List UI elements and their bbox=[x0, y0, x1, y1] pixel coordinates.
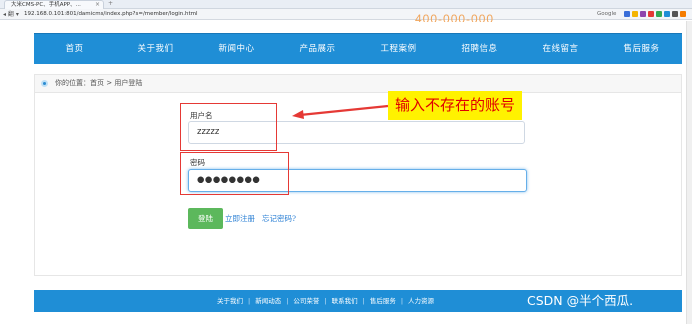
nav-item-jobs[interactable]: 招聘信息 bbox=[439, 34, 520, 64]
browser-nav-controls[interactable]: ◂ 翻 ▾ bbox=[3, 10, 19, 19]
nav-item-cases[interactable]: 工程案例 bbox=[358, 34, 439, 64]
extension-icon[interactable] bbox=[640, 11, 646, 17]
password-highlight-box bbox=[180, 152, 289, 195]
breadcrumb: 你的位置：首页 > 用户登陆 bbox=[34, 74, 682, 93]
extension-icon[interactable] bbox=[672, 11, 678, 17]
footer-link-hr[interactable]: 人力资源 bbox=[408, 297, 434, 305]
nav-item-news[interactable]: 新闻中心 bbox=[196, 34, 277, 64]
login-button[interactable]: 登陆 bbox=[188, 208, 223, 229]
forgot-password-link[interactable]: 忘记密码? bbox=[262, 213, 296, 224]
extension-icon[interactable] bbox=[632, 11, 638, 17]
extension-icon[interactable] bbox=[680, 11, 686, 17]
footer-separator: | bbox=[324, 297, 327, 305]
browser-tab[interactable]: 大米CMS-PC、手机APP、... × bbox=[4, 0, 104, 9]
nav-item-about[interactable]: 关于我们 bbox=[115, 34, 196, 64]
browser-tab-bar: 大米CMS-PC、手机APP、... × + bbox=[0, 0, 692, 9]
header-phone: 400-000-000 bbox=[415, 14, 495, 22]
extension-icons bbox=[624, 11, 686, 17]
breadcrumb-text: 你的位置：首页 > 用户登陆 bbox=[55, 75, 142, 92]
page-scrollbar[interactable] bbox=[686, 21, 692, 324]
footer-link-service[interactable]: 售后服务 bbox=[370, 297, 396, 305]
footer-separator: | bbox=[400, 297, 404, 305]
new-tab-icon[interactable]: + bbox=[108, 0, 113, 8]
nav-item-products[interactable]: 产品展示 bbox=[277, 34, 358, 64]
extension-icon[interactable] bbox=[664, 11, 670, 17]
footer-link-news[interactable]: 新闻动态 bbox=[255, 297, 281, 305]
extension-icon[interactable] bbox=[656, 11, 662, 17]
nav-item-message[interactable]: 在线留言 bbox=[520, 34, 601, 64]
close-icon[interactable]: × bbox=[95, 1, 100, 9]
footer-separator: | bbox=[248, 297, 251, 305]
address-bar: ◂ 翻 ▾ 192.168.0.101:801/damicms/index.ph… bbox=[0, 9, 692, 20]
main-navigation: 首页 关于我们 新闻中心 产品展示 工程案例 招聘信息 在线留言 售后服务 bbox=[34, 33, 682, 64]
nav-item-home[interactable]: 首页 bbox=[34, 34, 115, 64]
footer-separator: | bbox=[362, 297, 365, 305]
breadcrumb-current: 用户登陆 bbox=[114, 79, 143, 87]
nav-item-service[interactable]: 售后服务 bbox=[601, 34, 682, 64]
tab-title: 大米CMS-PC、手机APP、... bbox=[11, 2, 81, 8]
csdn-watermark: CSDN @半个西瓜. bbox=[527, 293, 634, 308]
breadcrumb-home-link[interactable]: 首页 bbox=[90, 79, 104, 87]
location-icon bbox=[41, 80, 48, 87]
annotation-callout: 输入不存在的账号 bbox=[388, 91, 523, 120]
footer-link-honors[interactable]: 公司荣誉 bbox=[293, 297, 319, 305]
breadcrumb-prefix: 你的位置： bbox=[55, 79, 90, 87]
footer-link-contact[interactable]: 联系我们 bbox=[332, 297, 358, 305]
register-link[interactable]: 立即注册 bbox=[225, 213, 255, 224]
footer-link-about[interactable]: 关于我们 bbox=[217, 297, 243, 305]
search-engine-label[interactable]: Google bbox=[597, 10, 616, 19]
footer-separator: | bbox=[286, 297, 289, 305]
extension-icon[interactable] bbox=[624, 11, 630, 17]
annotation-arrow-icon bbox=[292, 104, 389, 119]
username-highlight-box bbox=[180, 103, 277, 151]
breadcrumb-separator: > bbox=[104, 79, 115, 87]
extension-icon[interactable] bbox=[648, 11, 654, 17]
footer-links: 关于我们 | 新闻动态 | 公司荣誉 | 联系我们 | 售后服务 | 人力资源 bbox=[217, 290, 434, 312]
url-input[interactable]: 192.168.0.101:801/damicms/index.php?s=/m… bbox=[24, 10, 198, 19]
